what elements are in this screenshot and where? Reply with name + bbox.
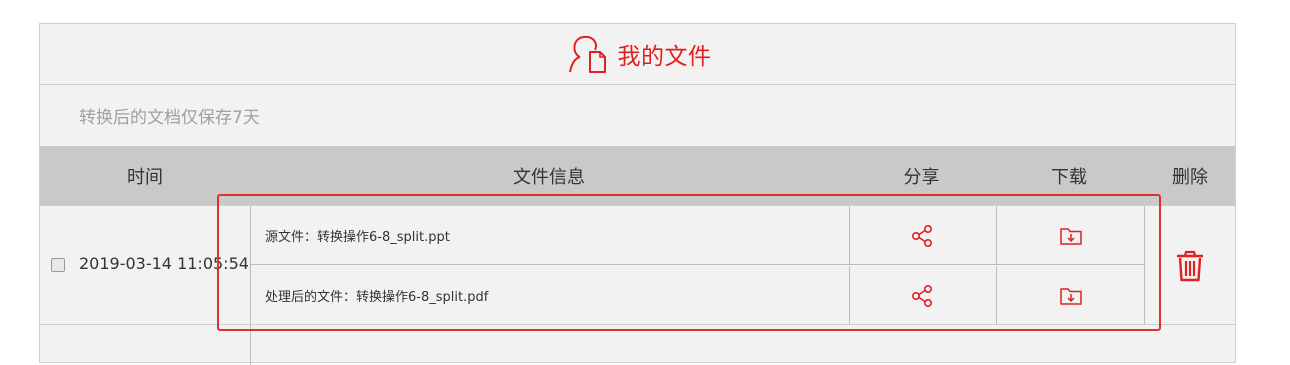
notice-text: 转换后的文档仅保存7天 [79,108,260,128]
delete-button[interactable] [1173,248,1207,284]
source-file-name: 源文件：转换操作6-8_split.ppt [265,230,450,245]
row-checkbox[interactable] [51,258,65,272]
column-header-delete: 删除 [1172,166,1208,188]
table-row [40,324,1235,365]
file-info-block: 源文件：转换操作6-8_split.ppt 处理后的文件：转换操作6-8_spl… [250,206,1145,325]
processed-file-name: 处理后的文件：转换操作6-8_split.pdf [265,290,489,305]
table-row: 2019-03-14 11:05:54 源文件：转换操作6-8_split.pp… [40,205,1235,325]
user-file-icon [568,35,606,73]
folder-download-icon [1059,287,1082,305]
page-title: 我的文件 [617,44,712,70]
column-header-download: 下载 [1051,166,1087,188]
retention-notice: 转换后的文档仅保存7天 [40,85,1235,146]
panel-header: 我的文件 [40,24,1235,85]
share-icon [911,284,933,307]
trash-icon [1177,250,1203,282]
row-time: 2019-03-14 11:05:54 [79,254,249,273]
folder-download-icon [1059,227,1082,245]
column-header-time: 时间 [127,166,163,188]
download-source-button[interactable] [996,206,1144,265]
source-file-line: 源文件：转换操作6-8_split.ppt [251,206,1144,265]
download-processed-button[interactable] [996,266,1144,325]
share-source-button[interactable] [849,206,996,265]
share-processed-button[interactable] [849,266,996,325]
table-header: 时间 文件信息 分享 下载 删除 [40,146,1235,205]
my-files-panel: 我的文件 转换后的文档仅保存7天 时间 文件信息 分享 下载 删除 2019-0… [39,23,1236,365]
column-header-share: 分享 [903,166,940,188]
processed-file-line: 处理后的文件：转换操作6-8_split.pdf [251,266,1144,325]
column-divider [250,325,251,365]
column-header-file-info: 文件信息 [513,166,585,188]
share-icon [911,224,933,247]
